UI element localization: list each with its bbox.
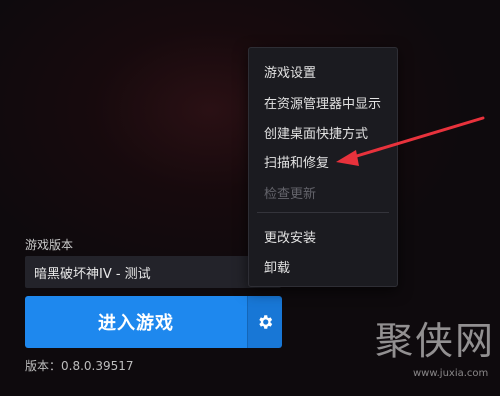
watermark: 聚侠网 www.juxia.com xyxy=(365,310,495,390)
watermark-text: 聚侠网 xyxy=(375,319,496,363)
watermark-url: www.juxia.com xyxy=(413,368,489,379)
